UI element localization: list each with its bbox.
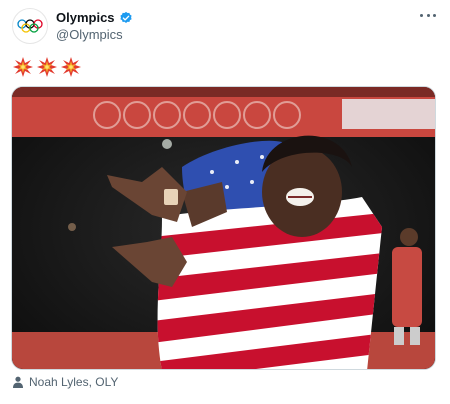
author-name[interactable]: Olympics bbox=[56, 10, 115, 25]
person-icon bbox=[13, 376, 23, 388]
dot bbox=[433, 13, 436, 17]
tagged-people[interactable]: Noah Lyles, OLY bbox=[12, 375, 118, 389]
collision-icon bbox=[37, 57, 57, 77]
collision-icon bbox=[61, 57, 81, 77]
verified-badge-icon bbox=[119, 11, 132, 23]
olympics-avatar[interactable] bbox=[12, 8, 48, 44]
athlete-celebration-image bbox=[12, 87, 435, 369]
tweet-card[interactable]: Olympics @Olympics Noah Lyles, OLY bbox=[0, 0, 450, 404]
dot bbox=[420, 13, 423, 17]
more-options-icon[interactable] bbox=[420, 10, 436, 20]
tagged-person-name[interactable]: Noah Lyles, OLY bbox=[29, 375, 118, 389]
dot bbox=[426, 13, 430, 17]
collision-icon bbox=[13, 57, 33, 77]
olympic-rings-icon bbox=[17, 19, 43, 33]
tweet-photo[interactable] bbox=[11, 86, 436, 370]
tweet-text bbox=[13, 57, 81, 77]
author-handle[interactable]: @Olympics bbox=[56, 27, 123, 42]
author-name-row[interactable]: Olympics bbox=[56, 10, 133, 25]
